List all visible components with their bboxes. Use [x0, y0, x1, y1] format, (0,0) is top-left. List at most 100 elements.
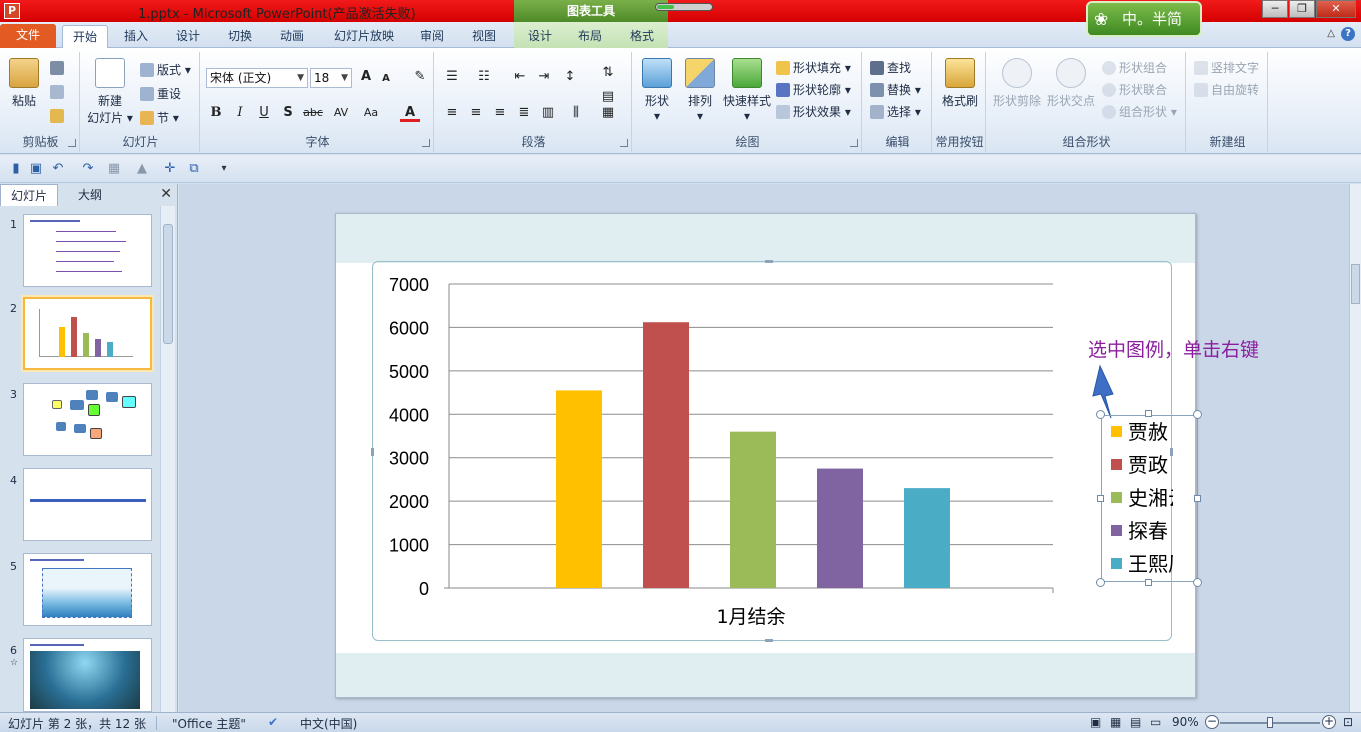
slide-canvas[interactable]: 010002000300040005000600070001月结余贾赦贾政史湘云… [335, 213, 1259, 698]
chart-bar[interactable] [556, 390, 602, 588]
font-color-button[interactable]: A [400, 104, 420, 122]
tab-outline[interactable]: 大纲 [68, 184, 112, 206]
increase-indent-icon[interactable]: ⇥ [534, 68, 554, 86]
fit-to-window-icon[interactable]: ⊡ [1343, 715, 1353, 729]
shape-union-button[interactable]: 形状联合 [1102, 80, 1167, 100]
arrange-button[interactable]: 排列 ▾ [680, 58, 720, 123]
copy-button[interactable] [50, 82, 67, 102]
tab-slides[interactable]: 幻灯片 [0, 184, 59, 206]
shapes-button[interactable]: 形状 ▾ [638, 58, 676, 123]
tab-animations[interactable]: 动画 [270, 25, 314, 48]
tab-transitions[interactable]: 切换 [218, 25, 262, 48]
zoom-slider-knob[interactable] [1267, 717, 1273, 728]
legend-handle-bl[interactable] [1096, 578, 1105, 587]
section-button[interactable]: 节 ▾ [140, 108, 179, 128]
powerpoint-app-icon[interactable]: P [4, 3, 20, 19]
replace-button[interactable]: 替换 ▾ [870, 80, 921, 100]
align-center-icon[interactable]: ≡ [466, 104, 486, 122]
reading-view-icon[interactable]: ▤ [1130, 715, 1141, 729]
chart-bar[interactable] [904, 488, 950, 588]
qat-handle-icon[interactable]: ▮ [8, 161, 24, 177]
zoom-out-icon[interactable]: − [1205, 715, 1219, 729]
slide-thumbnail[interactable] [23, 638, 152, 712]
char-spacing-button[interactable]: AV [328, 104, 354, 122]
chart-frame[interactable]: 010002000300040005000600070001月结余贾赦贾政史湘云… [371, 260, 1259, 642]
change-case-button[interactable]: Aa [358, 104, 384, 122]
undo-icon[interactable]: ↶ [50, 161, 66, 177]
zoom-in-icon[interactable]: + [1322, 715, 1336, 729]
columns-icon[interactable]: ⫼ [566, 104, 586, 122]
bar-chart[interactable]: 010002000300040005000600070001月结余贾赦贾政史湘云… [373, 262, 1173, 642]
justify-icon[interactable]: ≣ [514, 104, 534, 122]
qat-group-icon[interactable]: ⧉ [186, 161, 202, 177]
language-status[interactable]: 中文(中国) [300, 715, 357, 732]
editor-scroll-thumb[interactable] [1351, 264, 1360, 304]
help-icon[interactable]: ? [1341, 27, 1355, 41]
close-button[interactable]: ✕ [1316, 0, 1356, 18]
restore-button[interactable]: ❐ [1289, 0, 1315, 18]
legend-handle-bottom[interactable] [1145, 579, 1152, 586]
distributed-icon[interactable]: ▥ [538, 104, 558, 122]
slide-thumbnail[interactable] [23, 383, 152, 456]
italic-button[interactable]: I [230, 104, 250, 122]
tab-insert[interactable]: 插入 [114, 25, 158, 48]
paragraph-launcher-icon[interactable] [620, 139, 628, 147]
slide-thumbnail[interactable] [23, 214, 152, 287]
shape-subtract-button[interactable]: 形状剪除 [990, 58, 1044, 109]
chart-legend-selection[interactable] [1101, 415, 1198, 582]
legend-handle-tr[interactable] [1193, 410, 1202, 419]
drawing-launcher-icon[interactable] [850, 139, 858, 147]
free-rotate-button[interactable]: 自由旋转 [1194, 80, 1259, 100]
chart-bar[interactable] [730, 431, 776, 588]
font-launcher-icon[interactable] [422, 139, 430, 147]
customize-qat-icon[interactable]: ▾ [216, 161, 232, 177]
panel-close-icon[interactable]: ✕ [160, 186, 172, 202]
slideshow-view-icon[interactable]: ▭ [1150, 715, 1161, 729]
quick-styles-button[interactable]: 快速样式 ▾ [722, 58, 772, 123]
tab-home[interactable]: 开始 [62, 25, 108, 49]
shrink-font-button[interactable]: A [376, 70, 396, 88]
tab-chart-layout[interactable]: 布局 [568, 25, 612, 48]
tab-file[interactable]: 文件 [0, 24, 56, 48]
clipboard-launcher-icon[interactable] [68, 139, 76, 147]
font-name-dropdown[interactable]: 宋体 (正文) ▼ [206, 68, 308, 88]
line-spacing-icon[interactable]: ↕ [560, 68, 580, 86]
chart-bar[interactable] [643, 322, 689, 588]
underline-button[interactable]: U [254, 104, 274, 122]
shape-outline-button[interactable]: 形状轮廓 ▾ [776, 80, 851, 100]
cut-button[interactable] [50, 58, 67, 78]
slide-thumbnail[interactable] [23, 553, 152, 626]
legend-handle-top[interactable] [1145, 410, 1152, 417]
minimize-button[interactable]: ─ [1262, 0, 1288, 18]
qat-align-icon[interactable]: ▲ [134, 161, 150, 177]
proofing-check-icon[interactable]: ✔ [268, 715, 278, 729]
tab-chart-format[interactable]: 格式 [620, 25, 664, 48]
align-right-icon[interactable]: ≡ [490, 104, 510, 122]
normal-view-icon[interactable]: ▣ [1090, 715, 1101, 729]
vertical-text-button[interactable]: 竖排文字 [1194, 58, 1259, 78]
clear-format-icon[interactable]: ✎ [410, 68, 430, 86]
legend-handle-tl[interactable] [1096, 410, 1105, 419]
strikethrough-button[interactable]: abc [300, 104, 326, 122]
tab-view[interactable]: 视图 [462, 25, 506, 48]
group-shapes-button[interactable]: 组合形状 ▾ [1102, 102, 1177, 122]
ribbon-minimize-caret-icon[interactable]: △ [1327, 28, 1335, 39]
tab-review[interactable]: 审阅 [410, 25, 454, 48]
numbering-icon[interactable]: ☷ [474, 68, 494, 86]
sorter-view-icon[interactable]: ▦ [1110, 715, 1121, 729]
format-painter-button[interactable]: 格式刷 [936, 58, 984, 109]
legend-handle-left[interactable] [1097, 495, 1104, 502]
format-brush-small-button[interactable] [50, 106, 67, 126]
reset-button[interactable]: 重设 [140, 84, 181, 104]
decrease-indent-icon[interactable]: ⇤ [510, 68, 530, 86]
redo-icon[interactable]: ↷ [80, 161, 96, 177]
find-button[interactable]: 查找 [870, 58, 911, 78]
align-left-icon[interactable]: ≡ [442, 104, 462, 122]
tab-chart-design[interactable]: 设计 [518, 25, 562, 48]
editor-scrollbar[interactable] [1349, 184, 1361, 712]
tab-design[interactable]: 设计 [166, 25, 210, 48]
paste-button[interactable]: 粘贴 [6, 58, 42, 109]
qat-crosshair-icon[interactable]: ✛ [162, 161, 178, 177]
grow-font-button[interactable]: A [356, 68, 376, 86]
shape-fill-button[interactable]: 形状填充 ▾ [776, 58, 851, 78]
